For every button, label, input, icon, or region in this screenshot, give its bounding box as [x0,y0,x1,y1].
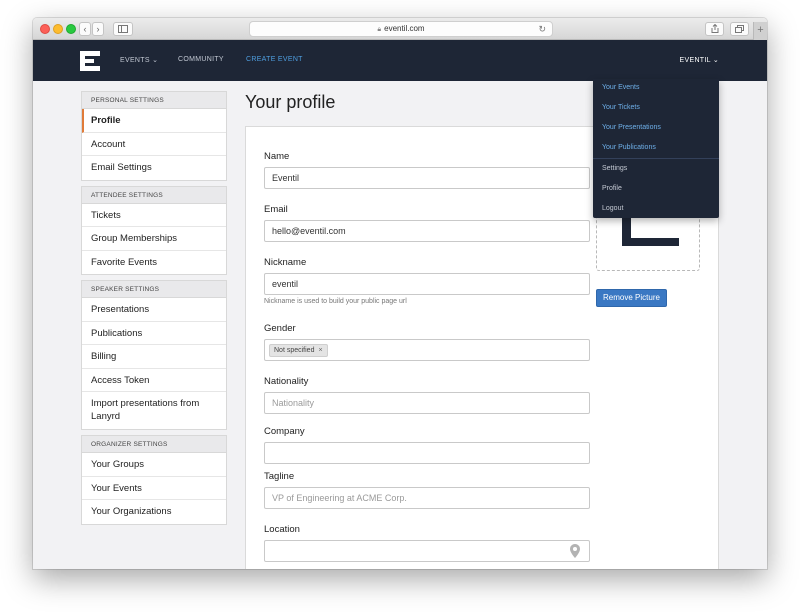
sidebar-group-attendee: ATTENDEE SETTINGS Tickets Group Membersh… [81,185,227,275]
remove-picture-button[interactable]: Remove Picture [596,289,667,307]
dropdown-logout[interactable]: Logout [602,205,623,212]
location-field[interactable] [264,540,590,562]
sidebar-item-your-groups[interactable]: Your Groups [82,453,226,477]
sidebar-item-profile[interactable]: Profile [82,109,226,133]
sidebar-item-presentations[interactable]: Presentations [82,298,226,322]
eventil-logo[interactable] [80,51,100,71]
sidebar-item-email-settings[interactable]: Email Settings [82,156,226,180]
gender-label: Gender [264,323,296,334]
dropdown-profile[interactable]: Profile [602,185,622,192]
sidebar-group-personal: PERSONAL SETTINGS Profile Account Email … [81,91,227,181]
dropdown-settings[interactable]: Settings [602,165,627,172]
page-title: Your profile [245,92,336,112]
company-label: Company [264,426,305,437]
sidebar-item-account[interactable]: Account [82,133,226,156]
nationality-field[interactable]: Nationality [264,392,590,414]
sidebar-heading: ORGANIZER SETTINGS [82,436,226,453]
zoom-window-button[interactable] [66,24,76,34]
url-text: eventil.com [384,24,425,33]
sidebar-item-import-lanyrd[interactable]: Import presentations from Lanyrd [82,392,226,429]
sidebar-heading: ATTENDEE SETTINGS [82,186,226,204]
sidebar-toggle-button[interactable] [113,22,133,36]
email-label: Email [264,204,288,215]
gender-select[interactable]: Not specified × [264,339,590,361]
chevron-left-icon: ‹ [83,24,87,34]
sidebar-item-your-organizations[interactable]: Your Organizations [82,500,226,524]
sidebar-icon [118,25,128,33]
top-navbar: EVENTS ⌄ COMMUNITY CREATE EVENT EVENTIL … [33,40,767,81]
user-menu[interactable]: EVENTIL ⌄ [680,56,719,64]
settings-sidebar: PERSONAL SETTINGS Profile Account Email … [81,91,227,530]
sidebar-item-favorite-events[interactable]: Favorite Events [82,251,226,275]
address-bar[interactable]: 🔒︎ eventil.com ↻ [249,21,553,37]
forward-button[interactable]: › [92,22,104,36]
dropdown-your-presentations[interactable]: Your Presentations [602,124,661,131]
map-pin-icon [570,544,580,558]
sidebar-item-access-token[interactable]: Access Token [82,369,226,392]
dropdown-divider [593,158,719,159]
name-label: Name [264,151,290,162]
nickname-field[interactable]: eventil [264,273,590,295]
email-field[interactable]: hello@eventil.com [264,220,590,242]
back-button[interactable]: ‹ [79,22,91,36]
user-dropdown-menu: Your Events Your Tickets Your Presentati… [593,79,719,218]
sidebar-heading: SPEAKER SETTINGS [82,281,226,298]
tagline-field[interactable]: VP of Engineering at ACME Corp. [264,487,590,509]
close-window-button[interactable] [40,24,50,34]
plus-icon: + [757,24,764,36]
new-tab-button[interactable]: + [753,22,767,40]
browser-window: ‹ › 🔒︎ eventil.com ↻ + EVENTS ⌄ COMMUNITY… [33,18,767,569]
tabs-overview-button[interactable] [730,22,749,36]
chevron-right-icon: › [96,24,100,34]
nav-create-event-link[interactable]: CREATE EVENT [246,56,303,63]
chevron-down-icon: ⌄ [712,57,719,64]
sidebar-group-organizer: ORGANIZER SETTINGS Your Groups Your Even… [81,435,227,525]
sidebar-item-tickets[interactable]: Tickets [82,204,226,227]
sidebar-heading: PERSONAL SETTINGS [82,92,226,109]
tabs-icon [735,25,744,33]
reload-icon[interactable]: ↻ [538,22,546,36]
remove-tag-icon[interactable]: × [318,347,322,354]
sidebar-item-group-memberships[interactable]: Group Memberships [82,227,226,251]
tagline-label: Tagline [264,471,295,482]
sidebar-group-speaker: SPEAKER SETTINGS Presentations Publicati… [81,280,227,430]
browser-toolbar: ‹ › 🔒︎ eventil.com ↻ + [33,18,767,40]
lock-icon: 🔒︎ [377,26,382,33]
dropdown-your-publications[interactable]: Your Publications [602,144,656,151]
chevron-down-icon: ⌄ [152,57,159,64]
nationality-label: Nationality [264,376,309,387]
nav-community-link[interactable]: COMMUNITY [178,56,224,63]
location-label: Location [264,524,300,535]
dropdown-your-events[interactable]: Your Events [602,84,640,91]
name-field[interactable]: Eventil [264,167,590,189]
nickname-help-text: Nickname is used to build your public pa… [264,298,407,305]
share-button[interactable] [705,22,724,36]
sidebar-item-publications[interactable]: Publications [82,322,226,345]
sidebar-item-billing[interactable]: Billing [82,345,226,369]
gender-tag: Not specified × [269,344,328,357]
minimize-window-button[interactable] [53,24,63,34]
company-field[interactable] [264,442,590,464]
dropdown-your-tickets[interactable]: Your Tickets [602,104,640,111]
sidebar-item-your-events[interactable]: Your Events [82,477,226,500]
nav-events-menu[interactable]: EVENTS ⌄ [120,56,158,64]
share-icon [711,23,718,33]
nickname-label: Nickname [264,257,307,268]
